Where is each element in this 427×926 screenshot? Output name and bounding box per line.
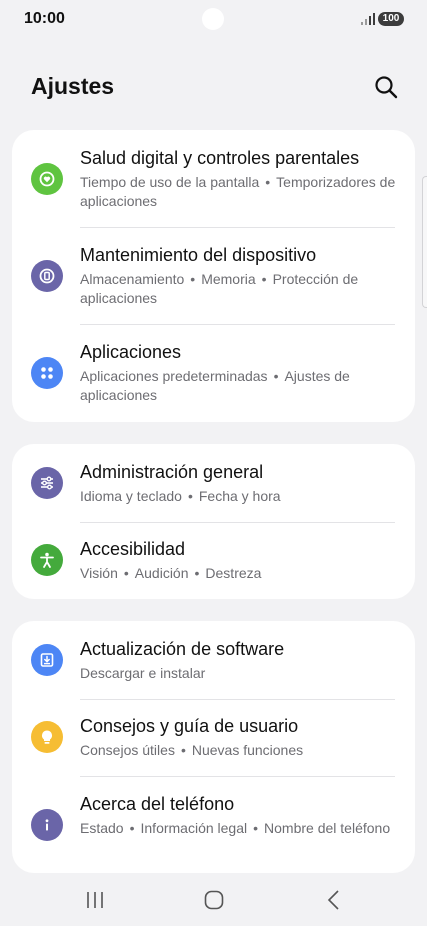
software-update-icon [31, 644, 63, 676]
search-button[interactable] [373, 74, 399, 100]
setting-device-care[interactable]: Mantenimiento del dispositivo Almacenami… [12, 227, 415, 324]
setting-about-phone[interactable]: Acerca del teléfono Estado • Información l… [12, 776, 415, 873]
setting-title: Accesibilidad [80, 539, 186, 559]
setting-subtitle: Tiempo de uso de la pantalla • Temporizado… [80, 174, 396, 209]
scroll-handle[interactable] [422, 176, 427, 308]
setting-title: Aplicaciones [80, 342, 182, 362]
home-button[interactable] [202, 888, 226, 912]
setting-digital-wellbeing[interactable]: Salud digital y controles parentales Tie… [12, 130, 415, 227]
setting-subtitle: Consejos útiles • Nuevas funciones [80, 742, 304, 758]
battery-icon: 100 [378, 12, 404, 26]
setting-title: Mantenimiento del dispositivo [80, 245, 317, 265]
setting-title: Salud digital y controles parentales [80, 148, 360, 168]
setting-subtitle: Aplicaciones predeterminadas • Ajustes de … [80, 368, 350, 403]
back-icon [327, 890, 339, 910]
search-icon [375, 76, 398, 99]
camera-cutout [202, 8, 224, 30]
status-bar: 10:00 100 [0, 0, 427, 40]
setting-title: Acerca del teléfono [80, 794, 235, 814]
apps-grid-icon [31, 357, 63, 389]
digital-wellbeing-icon [31, 163, 63, 195]
setting-subtitle: Descargar e instalar [80, 665, 206, 681]
home-icon [204, 890, 224, 910]
setting-apps[interactable]: Aplicaciones Aplicaciones predeterminada… [12, 324, 415, 422]
settings-group-2: Administración general Idioma y teclado •… [12, 444, 415, 599]
accessibility-icon [31, 544, 63, 576]
status-time: 10:00 [24, 10, 65, 27]
setting-title: Administración general [80, 462, 264, 482]
lightbulb-icon [31, 721, 63, 753]
setting-title: Consejos y guía de usuario [80, 716, 299, 736]
setting-general-management[interactable]: Administración general Idioma y teclado •… [12, 444, 415, 522]
navigation-bar [0, 880, 427, 920]
page-title: Ajustes [31, 73, 115, 99]
setting-subtitle: Almacenamiento • Memoria • Protección de apl… [80, 271, 359, 306]
recent-apps-button[interactable] [83, 888, 107, 912]
settings-group-3: Actualización de software Descargar e in… [12, 621, 415, 873]
sliders-icon [31, 467, 63, 499]
setting-software-update[interactable]: Actualización de software Descargar e in… [12, 621, 415, 699]
recent-apps-icon [87, 892, 103, 908]
signal-icon [361, 13, 375, 25]
settings-group-1: Salud digital y controles parentales Tie… [12, 130, 415, 422]
back-button[interactable] [322, 888, 346, 912]
setting-tips[interactable]: Consejos y guía de usuario Consejos útil… [12, 699, 415, 776]
setting-subtitle: Estado • Información legal • Nombre del telé… [80, 820, 391, 836]
setting-accessibility[interactable]: Accesibilidad Visión • Audición • Destreza [12, 522, 415, 599]
info-icon [31, 809, 63, 841]
device-care-icon [31, 260, 63, 292]
setting-subtitle: Visión • Audición • Destreza [80, 565, 262, 581]
setting-subtitle: Idioma y teclado • Fecha y hora [80, 488, 281, 504]
setting-title: Actualización de software [80, 639, 285, 659]
